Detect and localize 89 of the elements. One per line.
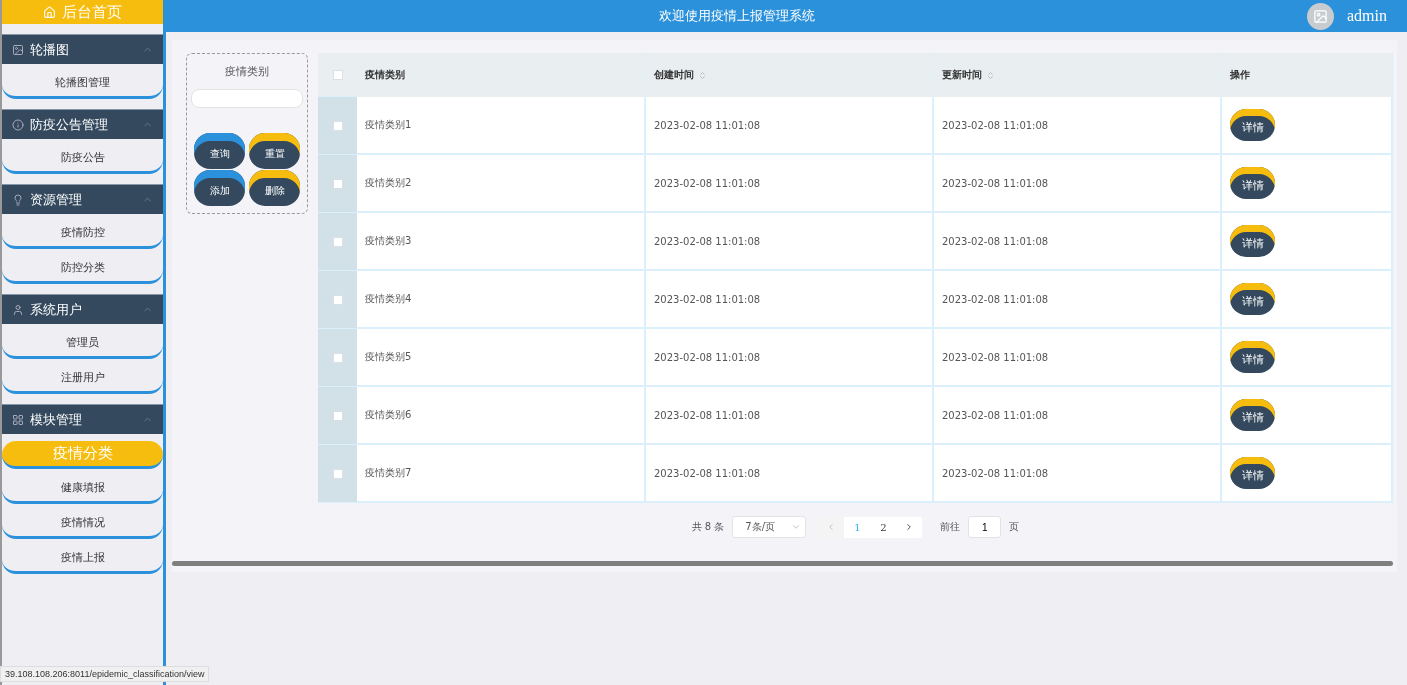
column-header[interactable]: 创建时间: [646, 53, 934, 97]
checkbox[interactable]: [332, 352, 343, 363]
home-icon: [43, 5, 56, 19]
page-button[interactable]: 2: [870, 516, 897, 538]
checkbox[interactable]: [332, 410, 343, 421]
table-cell: 疫情类别6: [357, 387, 646, 445]
table-cell: 疫情类别4: [357, 271, 646, 329]
grid-icon: [12, 413, 24, 426]
table-cell: 2023-02-08 11:01:08: [646, 387, 934, 445]
details-button[interactable]: 详情: [1230, 225, 1275, 257]
menu-group-header[interactable]: 资源管理: [2, 184, 163, 214]
table-cell: 2023-02-08 11:01:08: [646, 271, 934, 329]
table-cell: 2023-02-08 11:01:08: [646, 445, 934, 503]
table-cell: 2023-02-08 11:01:08: [934, 387, 1222, 445]
page-size-select[interactable]: 7条/页: [732, 516, 807, 538]
goto-label: 前往: [940, 520, 961, 534]
menu-group-title: 轮播图: [30, 40, 70, 59]
table-cell: 疫情类别1: [357, 97, 646, 155]
table-cell: 2023-02-08 11:01:08: [934, 213, 1222, 271]
details-button[interactable]: 详情: [1230, 167, 1275, 199]
column-header[interactable]: 更新时间: [934, 53, 1222, 97]
menu-group-header[interactable]: 模块管理: [2, 404, 163, 434]
checkbox[interactable]: [332, 120, 343, 131]
details-button[interactable]: 详情: [1230, 109, 1275, 141]
menu-group-title: 资源管理: [30, 190, 83, 209]
details-button[interactable]: 详情: [1230, 399, 1275, 431]
next-page-button[interactable]: [896, 516, 923, 538]
table-cell: 2023-02-08 11:01:08: [934, 271, 1222, 329]
details-button[interactable]: 详情: [1230, 341, 1275, 373]
user-icon: [12, 303, 24, 316]
menu-item[interactable]: 轮播图管理: [2, 64, 163, 99]
column-title: 操作: [1230, 68, 1250, 82]
menu-group-title: 模块管理: [30, 410, 83, 429]
page-suffix: 页: [1009, 520, 1020, 534]
menu-item[interactable]: 健康填报: [2, 469, 163, 504]
checkbox[interactable]: [332, 236, 343, 247]
menu-item[interactable]: 疫情上报: [2, 539, 163, 574]
menu-group-title: 防疫公告管理: [30, 115, 109, 134]
menu-group-header[interactable]: 轮播图: [2, 34, 163, 64]
action-button[interactable]: 查询: [194, 133, 245, 169]
column-title: 疫情类别: [365, 68, 405, 82]
scrollbar[interactable]: [172, 561, 1393, 566]
menu-group-title: 系统用户: [30, 300, 83, 319]
page-title: 欢迎使用疫情上报管理系统: [657, 7, 816, 25]
column-title: 创建时间: [654, 68, 694, 82]
menu-group-header[interactable]: 防疫公告管理: [2, 109, 163, 139]
table-cell: 2023-02-08 11:01:08: [934, 329, 1222, 387]
table-cell: 疫情类别7: [357, 445, 646, 503]
checkbox[interactable]: [332, 294, 343, 305]
chevron-down-icon: [791, 522, 802, 532]
action-button[interactable]: 删除: [249, 170, 300, 206]
table-cell: 2023-02-08 11:01:08: [646, 213, 934, 271]
menu-item[interactable]: 防疫公告: [2, 139, 163, 174]
table-cell: 2023-02-08 11:01:08: [646, 155, 934, 213]
checkbox[interactable]: [332, 178, 343, 189]
lightbulb-icon: [12, 193, 24, 206]
column-title: 更新时间: [942, 68, 982, 82]
sort-icon[interactable]: [698, 70, 707, 80]
menu-item[interactable]: 管理员: [2, 324, 163, 359]
total-count: 共 8 条: [691, 520, 725, 534]
image-icon: [1313, 8, 1328, 24]
table-cell: 疫情类别3: [357, 213, 646, 271]
details-button[interactable]: 详情: [1230, 457, 1275, 489]
checkbox[interactable]: [332, 69, 343, 80]
table-cell: 疫情类别2: [357, 155, 646, 213]
sort-icon[interactable]: [986, 70, 995, 80]
info-icon: [12, 118, 24, 131]
search-field[interactable]: [191, 89, 303, 108]
table-cell: 2023-02-08 11:01:08: [646, 97, 934, 155]
menu-item[interactable]: 疫情防控: [2, 214, 163, 249]
action-button[interactable]: 添加: [194, 170, 245, 206]
image-icon: [12, 43, 24, 56]
checkbox[interactable]: [332, 468, 343, 479]
table-cell: 疫情类别5: [357, 329, 646, 387]
details-button[interactable]: 详情: [1230, 283, 1275, 315]
user-name: admin: [1347, 7, 1387, 25]
page-input[interactable]: 1: [968, 516, 1002, 538]
avatar[interactable]: [1307, 2, 1334, 30]
menu-item[interactable]: 防控分类: [2, 249, 163, 284]
action-button[interactable]: 重置: [249, 133, 300, 169]
menu-item[interactable]: 疫情情况: [2, 504, 163, 539]
menu-group-header[interactable]: 系统用户: [2, 294, 163, 324]
table-cell: 2023-02-08 11:01:08: [934, 445, 1222, 503]
field-label: 疫情类别: [225, 64, 269, 79]
table-cell: 2023-02-08 11:01:08: [934, 97, 1222, 155]
status-url: 39.108.108.206:8011/epidemic_classification/view: [0, 666, 210, 682]
menu-item[interactable]: 注册用户: [2, 359, 163, 394]
table-cell: 2023-02-08 11:01:08: [934, 155, 1222, 213]
table-cell: 2023-02-08 11:01:08: [646, 329, 934, 387]
